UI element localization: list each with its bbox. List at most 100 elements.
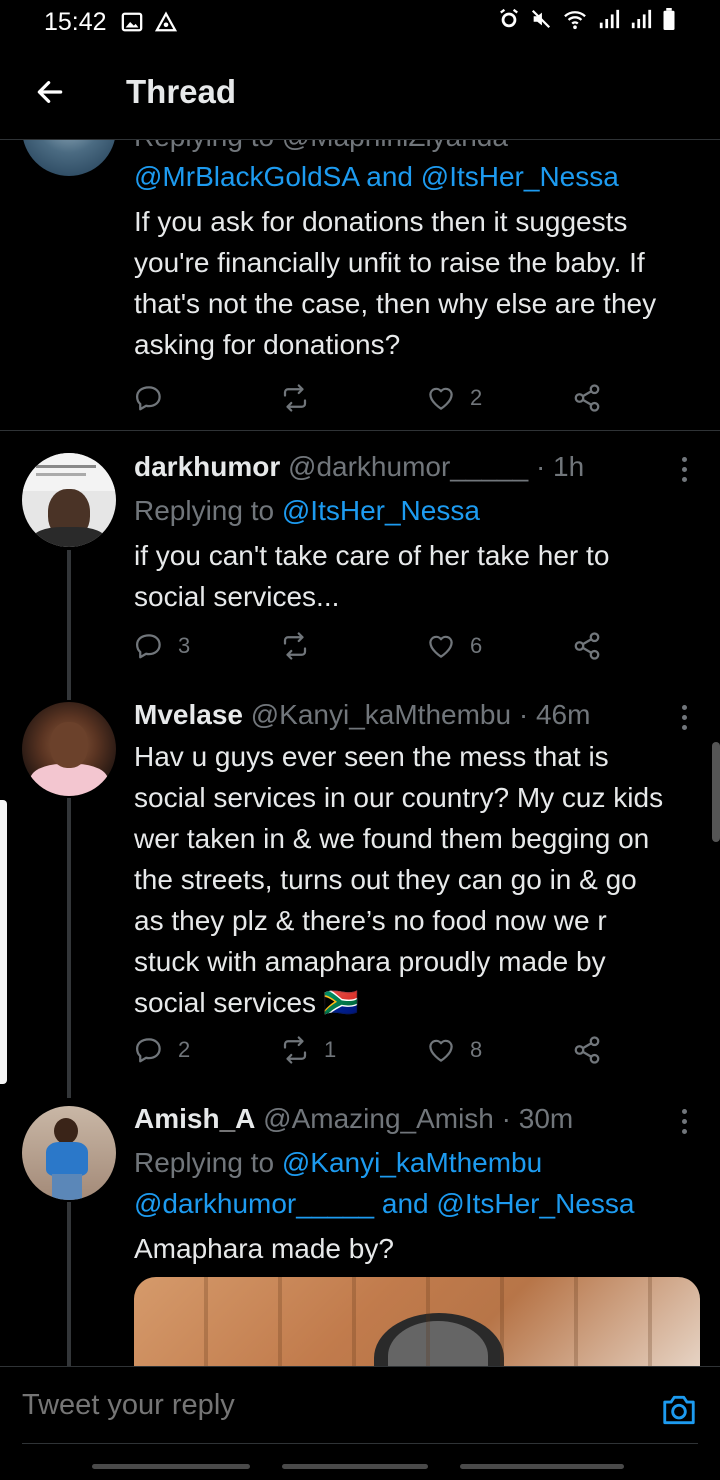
- retweet-button[interactable]: [280, 626, 324, 666]
- reply-button[interactable]: 2: [134, 1030, 190, 1070]
- username[interactable]: @Kanyi_kaMthembu: [251, 699, 511, 730]
- divider: [0, 430, 720, 431]
- retweet-button[interactable]: [280, 378, 324, 418]
- thread-connector: [67, 1202, 71, 1366]
- mention-link[interactable]: @ItsHer_Nessa: [436, 1188, 634, 1219]
- tweet-text: Amaphara made by?: [134, 1233, 394, 1264]
- tweet-text: If you ask for donations then it suggest…: [134, 206, 657, 360]
- arrow-left-icon: [37, 80, 63, 103]
- thread-connector: [67, 798, 71, 1098]
- retweet-icon: [283, 632, 307, 660]
- reply-icon: [136, 1038, 161, 1063]
- back-button[interactable]: [20, 62, 80, 122]
- page-title: Thread: [126, 72, 237, 110]
- tweet-header: Amish_A @Amazing_Amish · 30m: [134, 1102, 674, 1136]
- wifi-icon: [564, 11, 586, 30]
- retweet-button[interactable]: 1: [280, 1030, 336, 1070]
- timestamp[interactable]: · 46m: [519, 699, 591, 730]
- input-underline: [22, 1443, 698, 1444]
- edge-panel-handle[interactable]: [0, 800, 7, 1084]
- retweet-count: 1: [324, 1037, 337, 1062]
- mute-icon: [531, 9, 551, 29]
- mention-link[interactable]: @darkhumor_____: [134, 1188, 374, 1219]
- share-icon: [574, 632, 600, 660]
- tweet-text: Hav u guys ever seen the mess that is so…: [134, 741, 664, 1018]
- thread-connector: [67, 550, 71, 690]
- heart-icon: [429, 635, 453, 658]
- reply-icon: [136, 634, 161, 659]
- status-time: 15:42: [44, 7, 107, 36]
- tweet-card[interactable]: Replying to @MaphiniZiyanda @MrBlackGold…: [0, 140, 720, 432]
- like-button[interactable]: 8: [426, 1030, 482, 1070]
- tweet-actions: 3 6: [134, 626, 614, 666]
- display-name[interactable]: darkhumor: [134, 451, 280, 482]
- delta-app-icon: [154, 11, 177, 32]
- timestamp[interactable]: · 30m: [502, 1103, 574, 1134]
- like-button[interactable]: 2: [426, 378, 482, 418]
- signal-icon: [599, 9, 620, 29]
- tweet-card[interactable]: Mvelase @Kanyi_kaMthembu · 46m Hav u guy…: [0, 690, 720, 1098]
- reply-icon: [136, 386, 161, 411]
- reply-count: 3: [178, 633, 191, 658]
- replying-label: Replying to: [134, 1147, 275, 1178]
- camera-icon[interactable]: [660, 1391, 698, 1429]
- top-app-bar: Thread: [0, 44, 720, 140]
- thread-connector: [67, 690, 71, 700]
- like-count: 6: [470, 633, 483, 658]
- share-button[interactable]: [572, 378, 602, 418]
- reply-count: 2: [178, 1037, 191, 1062]
- tweet-text: if you can't take care of her take her t…: [134, 540, 610, 612]
- like-count: 2: [470, 385, 483, 410]
- share-button[interactable]: [572, 1030, 602, 1070]
- username[interactable]: @Amazing_Amish: [263, 1103, 494, 1134]
- tweet-reply-input[interactable]: [22, 1389, 622, 1422]
- share-icon: [574, 1036, 600, 1064]
- nav-pill[interactable]: [282, 1464, 428, 1469]
- more-options-button[interactable]: [672, 700, 696, 734]
- heart-icon: [429, 387, 453, 410]
- reply-composer: [0, 1366, 720, 1448]
- avatar[interactable]: [22, 702, 116, 796]
- tweet-header: Mvelase @Kanyi_kaMthembu · 46m: [134, 698, 674, 732]
- alarm-icon: [500, 8, 518, 28]
- username[interactable]: @darkhumor_____: [288, 451, 528, 482]
- signal-icon: [631, 9, 652, 29]
- mention-link[interactable]: @Kanyi_kaMthembu: [282, 1147, 542, 1178]
- status-bar: 15:42: [0, 0, 720, 44]
- avatar[interactable]: [22, 1106, 116, 1200]
- avatar[interactable]: [22, 453, 116, 547]
- tweet-actions: 2 1 8: [134, 1030, 614, 1070]
- tweet-card[interactable]: darkhumor @darkhumor_____ · 1h Replying …: [0, 450, 720, 690]
- tweet-media-image[interactable]: [134, 1277, 700, 1366]
- battery-icon: [663, 8, 675, 30]
- timestamp[interactable]: · 1h: [536, 451, 584, 482]
- scrollbar-thumb[interactable]: [712, 742, 720, 842]
- like-button[interactable]: 6: [426, 626, 482, 666]
- share-icon: [574, 384, 600, 412]
- reply-button[interactable]: 3: [134, 626, 190, 666]
- heart-icon: [429, 1039, 453, 1062]
- nav-pill[interactable]: [460, 1464, 624, 1469]
- replying-to-partial: Replying to @MaphiniZiyanda: [134, 140, 674, 152]
- gallery-icon: [121, 12, 142, 32]
- more-options-button[interactable]: [672, 1104, 696, 1138]
- display-name[interactable]: Mvelase: [134, 699, 243, 730]
- system-nav-bar: [0, 1448, 720, 1480]
- like-count: 8: [470, 1037, 483, 1062]
- tweet-actions: 2: [134, 378, 614, 418]
- mention-link[interactable]: @ItsHer_Nessa: [282, 495, 480, 526]
- replying-to-others: @darkhumor_____ and @ItsHer_Nessa: [134, 1183, 674, 1224]
- mention-and: and: [381, 1188, 429, 1219]
- share-button[interactable]: [572, 626, 602, 666]
- avatar[interactable]: [22, 140, 116, 176]
- nav-pill[interactable]: [92, 1464, 250, 1469]
- thread-feed[interactable]: Replying to @MaphiniZiyanda @MrBlackGold…: [0, 140, 720, 1366]
- replying-label: Replying to: [134, 495, 275, 526]
- retweet-icon: [283, 1036, 307, 1064]
- reply-button[interactable]: [134, 378, 178, 418]
- more-options-button[interactable]: [672, 452, 696, 486]
- replying-to: Replying to @ItsHer_Nessa: [134, 490, 674, 531]
- display-name[interactable]: Amish_A: [134, 1103, 255, 1134]
- mentions-line[interactable]: @MrBlackGoldSA and @ItsHer_Nessa: [134, 156, 674, 197]
- replying-to: Replying to @Kanyi_kaMthembu: [134, 1142, 674, 1183]
